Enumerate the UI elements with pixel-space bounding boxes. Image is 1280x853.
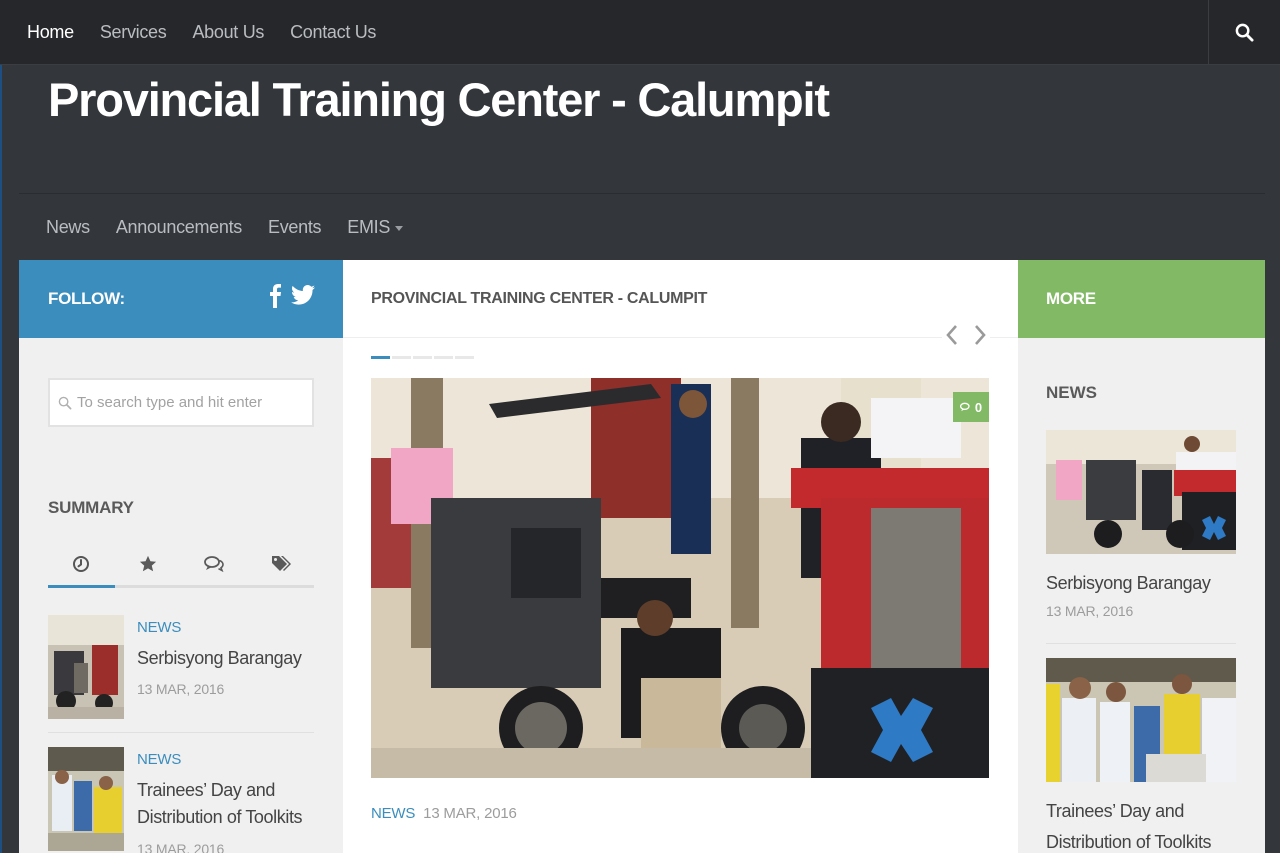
search-input[interactable] — [77, 394, 297, 411]
page-edge — [0, 65, 2, 853]
post-thumbnail-image — [48, 747, 124, 851]
subnav-news[interactable]: News — [46, 217, 90, 238]
tab-comments[interactable] — [181, 542, 248, 585]
comment-count-badge[interactable]: 0 — [953, 392, 989, 422]
post-date: 13 MAR, 2016 — [137, 681, 225, 697]
post-date: 13 MAR, 2016 — [137, 841, 225, 853]
summary-tabs — [48, 542, 314, 588]
divider — [48, 732, 314, 733]
news-heading: NEWS — [1046, 383, 1097, 402]
post-thumbnail[interactable] — [48, 747, 124, 851]
post-thumbnail[interactable] — [1046, 430, 1236, 554]
post-meta: NEWS 13 MAR, 2016 — [371, 805, 517, 822]
featured-image[interactable]: 0 — [371, 378, 989, 778]
top-nav: Home Services About Us Contact Us — [27, 0, 376, 65]
subnav-emis-label: EMIS — [347, 217, 391, 237]
follow-label: FOLLOW: — [48, 289, 125, 308]
list-item[interactable]: Serbisyong Barangay 13 MAR, 2016 — [1046, 430, 1236, 619]
search-icon — [1235, 23, 1254, 42]
main-column: PROVINCIAL TRAINING CENTER - CALUMPIT 0 … — [343, 260, 1018, 853]
slider-controls — [942, 324, 990, 346]
chevron-left-icon[interactable] — [946, 324, 958, 346]
post-thumbnail-image — [1046, 658, 1236, 782]
top-bar: Home Services About Us Contact Us — [0, 0, 1280, 65]
social-links — [269, 282, 315, 308]
sub-nav: News Announcements Events EMIS — [46, 194, 404, 261]
post-thumbnail[interactable] — [1046, 658, 1236, 782]
slider-dot[interactable] — [455, 356, 474, 359]
facebook-icon[interactable] — [269, 282, 281, 308]
subnav-emis[interactable]: EMIS — [347, 217, 404, 238]
slider-dot[interactable] — [392, 356, 411, 359]
tab-tags[interactable] — [248, 542, 315, 585]
twitter-icon[interactable] — [291, 285, 315, 305]
slider-dot[interactable] — [371, 356, 390, 359]
more-label: MORE — [1046, 289, 1096, 308]
slider-dot[interactable] — [413, 356, 432, 359]
comment-count: 0 — [974, 399, 983, 415]
follow-bar: FOLLOW: — [19, 260, 343, 338]
post-date: 13 MAR, 2016 — [423, 805, 517, 822]
topnav-services[interactable]: Services — [100, 22, 167, 43]
divider — [1046, 643, 1236, 644]
search-icon — [58, 396, 72, 409]
sidebar-search — [48, 378, 314, 427]
post-title[interactable]: Serbisyong Barangay — [137, 645, 312, 672]
list-item[interactable]: Trainees’ Day and Distribution of Toolki… — [1046, 658, 1236, 853]
featured-photo — [371, 378, 989, 778]
sub-nav-bar: News Announcements Events EMIS — [19, 193, 1265, 260]
post-date: 13 MAR, 2016 — [1046, 603, 1134, 619]
chevron-right-icon[interactable] — [974, 324, 986, 346]
post-thumbnail-image — [1046, 430, 1236, 554]
list-item[interactable]: NEWS Trainees’ Day and Distribution of T… — [48, 747, 314, 853]
slider-indicators — [371, 356, 474, 359]
comments-icon — [959, 402, 970, 411]
post-title[interactable]: Trainees’ Day and Distribution of Toolki… — [1046, 796, 1236, 853]
star-icon — [139, 555, 156, 571]
post-category[interactable]: NEWS — [371, 805, 415, 822]
tab-recent[interactable] — [48, 542, 115, 588]
subnav-events[interactable]: Events — [268, 217, 322, 238]
search-toggle-button[interactable] — [1208, 0, 1280, 65]
clock-icon — [73, 555, 90, 572]
post-thumbnail-image — [48, 615, 124, 719]
subnav-announcements[interactable]: Announcements — [116, 217, 242, 238]
topnav-contact-us[interactable]: Contact Us — [290, 22, 376, 43]
post-category[interactable]: NEWS — [137, 619, 181, 636]
post-title[interactable]: Trainees’ Day and Distribution of Toolki… — [137, 777, 312, 831]
post-thumbnail[interactable] — [48, 615, 124, 719]
post-title[interactable]: Serbisyong Barangay — [1046, 568, 1236, 599]
content-area: FOLLOW: SUMMARY — [19, 260, 1265, 853]
right-sidebar: MORE NEWS Serbisyong Barangay 13 MAR, 20… — [1018, 260, 1265, 853]
list-item[interactable]: NEWS Serbisyong Barangay 13 MAR, 2016 — [48, 615, 314, 719]
left-sidebar: FOLLOW: SUMMARY — [19, 260, 343, 853]
summary-heading: SUMMARY — [48, 498, 134, 517]
site-title[interactable]: Provincial Training Center - Calumpit — [48, 72, 830, 127]
chevron-down-icon — [395, 225, 404, 231]
post-category[interactable]: NEWS — [137, 751, 181, 768]
slider-dot[interactable] — [434, 356, 453, 359]
topnav-about-us[interactable]: About Us — [192, 22, 264, 43]
more-bar: MORE — [1018, 260, 1265, 338]
tab-popular[interactable] — [115, 542, 182, 585]
main-header: PROVINCIAL TRAINING CENTER - CALUMPIT — [343, 260, 1018, 338]
section-title: PROVINCIAL TRAINING CENTER - CALUMPIT — [371, 290, 708, 307]
tags-icon — [271, 555, 291, 571]
topnav-home[interactable]: Home — [27, 22, 74, 43]
comments-icon — [204, 555, 225, 572]
